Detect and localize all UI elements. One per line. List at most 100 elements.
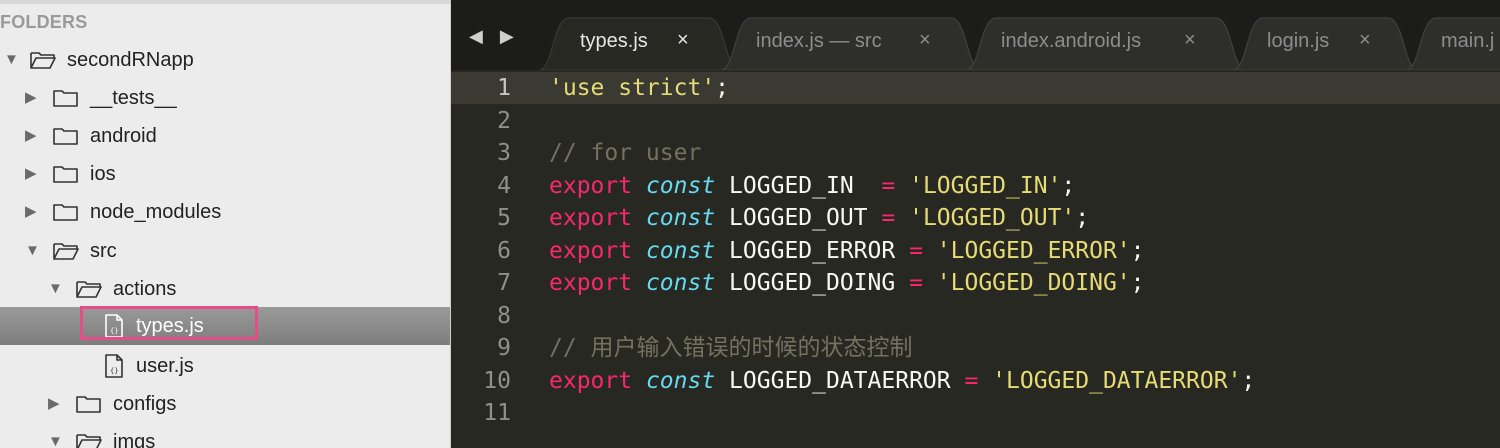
code-line[interactable]: 8	[451, 300, 1500, 332]
code-token: 'LOGGED_DOING'	[936, 270, 1131, 296]
tab-label: main.j	[1441, 30, 1495, 52]
folder-icon	[76, 396, 101, 413]
tab-label: types.js	[580, 30, 648, 52]
svg-text:{}: {}	[110, 367, 118, 375]
code-line[interactable]: 5 export const LOGGED_OUT = 'LOGGED_OUT';	[451, 202, 1500, 234]
selection-highlight-box	[80, 306, 258, 340]
collapsed-arrow-icon[interactable]: ▶	[25, 203, 37, 221]
code-line[interactable]: 10 export const LOGGED_DATAERROR = 'LOGGE…	[451, 365, 1500, 397]
tree-item-ios[interactable]: ▶ ios	[0, 155, 450, 193]
code-area[interactable]: 1 'use strict'; 2 3 // for user 4 export const…	[451, 70, 1500, 448]
tree-item-configs[interactable]: ▶ configs	[0, 385, 450, 423]
tab-index-android-js[interactable]: index.android.js ×	[966, 14, 1246, 70]
open-folder-icon	[76, 434, 102, 448]
code-text: export const LOGGED_IN = 'LOGGED_IN';	[549, 170, 1075, 202]
tab-label: index.js — src	[756, 30, 882, 52]
close-icon[interactable]: ×	[1359, 29, 1371, 52]
tree-item-label: __tests__	[90, 87, 177, 109]
code-token: const	[645, 367, 716, 394]
tree-item-actions[interactable]: ▼ actions	[0, 270, 450, 308]
code-token: // 用户输入错误的时候的状态控制	[549, 335, 913, 361]
close-icon[interactable]: ×	[1184, 29, 1196, 52]
tree-item-src[interactable]: ▼ src	[0, 232, 450, 270]
tree-item-node-modules[interactable]: ▶ node_modules	[0, 193, 450, 231]
code-line[interactable]: 1 'use strict';	[451, 72, 1500, 104]
open-folder-icon	[53, 243, 79, 260]
tree-item-label: secondRNapp	[67, 49, 194, 71]
line-number: 11	[483, 400, 511, 426]
tree-item-label: node_modules	[90, 201, 222, 223]
tab-types-js[interactable]: types.js ×	[539, 14, 739, 70]
code-token: LOGGED_DATAERROR	[715, 367, 965, 394]
tree-item-label: imgs	[113, 431, 156, 448]
tree-item-user-js[interactable]: {} user.js	[0, 347, 450, 385]
code-line[interactable]: 11	[451, 397, 1500, 429]
code-token: export	[549, 270, 633, 296]
code-token: export	[549, 237, 633, 264]
code-token: ;	[1075, 205, 1090, 231]
line-number: 9	[497, 335, 511, 361]
line-number: 4	[497, 172, 511, 199]
folder-icon	[53, 128, 78, 145]
editor: ◀ ▶ types.js × index.js — src × index.an…	[451, 0, 1500, 448]
collapsed-arrow-icon[interactable]: ▶	[25, 165, 37, 183]
tree-item-secondrnapp[interactable]: ▼ secondRNapp	[0, 41, 450, 79]
code-text: export const LOGGED_DATAERROR = 'LOGGED_…	[549, 365, 1255, 397]
line-number: 10	[483, 367, 511, 394]
code-token: =	[964, 367, 979, 394]
collapsed-arrow-icon[interactable]: ▶	[25, 127, 37, 145]
code-token: LOGGED_OUT	[715, 205, 882, 231]
code-token: 'LOGGED_IN'	[909, 172, 1062, 199]
code-line[interactable]: 2	[451, 105, 1500, 137]
line-number: 3	[497, 140, 511, 166]
tree-item-android[interactable]: ▶ android	[0, 117, 450, 155]
code-token: 'LOGGED_OUT'	[909, 205, 1076, 231]
tab-navigation-arrows[interactable]: ◀ ▶	[469, 26, 520, 47]
tree-item-imgs[interactable]: ▼ imgs	[0, 423, 450, 448]
expanded-arrow-icon[interactable]: ▼	[48, 280, 63, 298]
code-token: LOGGED_IN	[715, 172, 882, 199]
code-line[interactable]: 7 export const LOGGED_DOING = 'LOGGED_DOI…	[451, 267, 1500, 299]
code-token: LOGGED_ERROR	[715, 237, 910, 264]
code-token: LOGGED_DOING	[715, 270, 910, 296]
code-token: const	[645, 237, 716, 264]
expanded-arrow-icon[interactable]: ▼	[4, 51, 19, 69]
code-line[interactable]: 9 // 用户输入错误的时候的状态控制	[451, 332, 1500, 364]
code-line[interactable]: 6 export const LOGGED_ERROR = 'LOGGED_ERR…	[451, 235, 1500, 267]
expanded-arrow-icon[interactable]: ▼	[48, 433, 63, 448]
code-line[interactable]: 4 export const LOGGED_IN = 'LOGGED_IN';	[451, 170, 1500, 202]
close-icon[interactable]: ×	[677, 29, 689, 52]
tree-item-label: src	[90, 240, 117, 262]
line-number: 7	[497, 270, 511, 296]
collapsed-arrow-icon[interactable]: ▶	[25, 89, 37, 107]
expanded-arrow-icon[interactable]: ▼	[25, 242, 40, 260]
code-text: export const LOGGED_DOING = 'LOGGED_DOIN…	[549, 267, 1145, 299]
folder-icon	[53, 166, 78, 183]
tree-item-label: user.js	[136, 355, 194, 377]
line-number: 8	[497, 302, 511, 329]
code-line[interactable]: 3 // for user	[451, 137, 1500, 169]
code-text: export const LOGGED_ERROR = 'LOGGED_ERRO…	[549, 235, 1145, 267]
sidebar-top-border	[0, 0, 450, 4]
sidebar: FOLDERS ▼ secondRNapp ▶ __tests__ ▶ andr…	[0, 0, 451, 448]
tab-main-js[interactable]: main.j	[1406, 14, 1500, 70]
tree-item-label: ios	[90, 163, 116, 185]
code-token: export	[549, 205, 633, 231]
collapsed-arrow-icon[interactable]: ▶	[48, 395, 60, 413]
folder-icon	[53, 90, 78, 107]
close-icon[interactable]: ×	[919, 29, 931, 52]
tab-login-js[interactable]: login.js ×	[1233, 14, 1418, 70]
tab-index-js-src[interactable]: index.js — src ×	[721, 14, 981, 70]
tree-item-label: actions	[113, 278, 177, 300]
code-token: ;	[1130, 237, 1145, 264]
tree-item-tests[interactable]: ▶ __tests__	[0, 79, 450, 117]
code-token: =	[909, 237, 923, 264]
